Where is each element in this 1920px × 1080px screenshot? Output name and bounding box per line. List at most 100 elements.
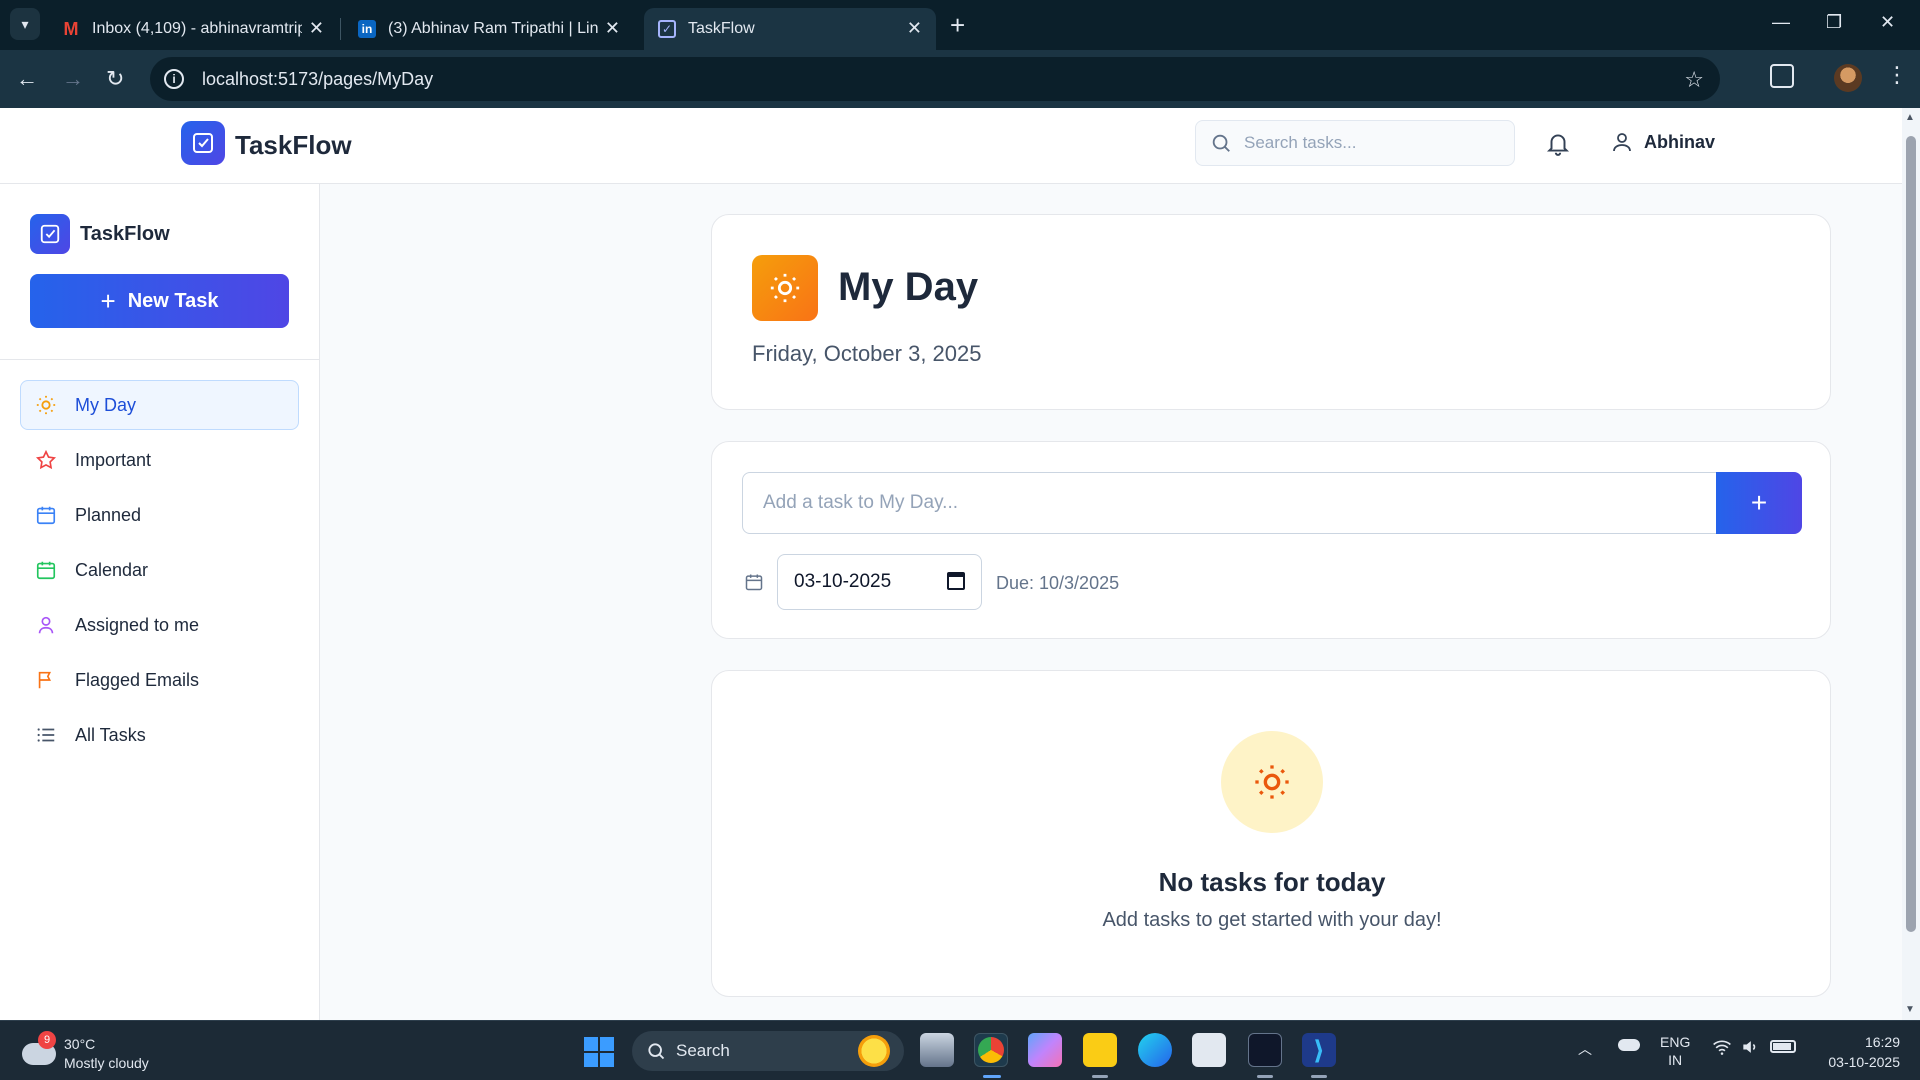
app-indicator — [1092, 1075, 1108, 1078]
due-date-label: Due: 10/3/2025 — [996, 573, 1120, 593]
sidebar-item-important[interactable]: Important — [20, 435, 299, 485]
bookmark-star-icon[interactable]: ☆ — [1684, 67, 1704, 93]
forward-icon[interactable]: → — [62, 66, 84, 92]
sidebar-divider — [0, 359, 320, 360]
new-tab-button[interactable]: + — [950, 10, 965, 41]
lang-line2: IN — [1668, 1052, 1683, 1068]
taskbar-search[interactable]: Search — [632, 1031, 904, 1071]
taskbar-search-label: Search — [676, 1041, 730, 1060]
calendar-icon — [35, 559, 57, 581]
bell-icon[interactable] — [1545, 130, 1571, 161]
sidebar-item-label: Flagged Emails — [75, 669, 200, 690]
weather-badge: 9 — [38, 1031, 56, 1049]
user-icon — [1613, 133, 1631, 152]
search-input[interactable]: Search tasks... — [1195, 120, 1515, 166]
back-icon[interactable]: ← — [16, 66, 38, 92]
sidebar-item-planned[interactable]: Planned — [20, 490, 299, 540]
file-explorer-icon[interactable] — [1083, 1033, 1117, 1067]
due-date-input[interactable]: 03-10-2025 — [777, 554, 982, 610]
page-title: My Day — [838, 265, 979, 309]
url-bar[interactable]: i localhost:5173/pages/MyDay ☆ — [150, 57, 1720, 101]
url-text: localhost:5173/pages/MyDay — [202, 68, 434, 89]
volume-icon[interactable] — [1740, 1037, 1760, 1060]
plus-icon: + — [100, 285, 116, 316]
onedrive-icon[interactable] — [1618, 1039, 1640, 1051]
date-picker-icon[interactable] — [947, 572, 965, 590]
clock[interactable]: 16:29 03-10-2025 — [1818, 1032, 1900, 1072]
sidebar-item-label: My Day — [75, 394, 137, 415]
due-date-value: 03-10-2025 — [794, 571, 892, 592]
windows-start-icon[interactable] — [584, 1037, 614, 1067]
tab-gmail[interactable]: M Inbox (4,109) - abhinavramtripathi ✕ — [48, 8, 338, 50]
terminal-icon[interactable] — [1248, 1033, 1282, 1067]
add-task-button[interactable]: + — [1716, 472, 1802, 534]
restore-icon[interactable]: ❐ — [1826, 12, 1842, 33]
extensions-icon[interactable] — [1770, 64, 1794, 88]
sun-icon — [752, 255, 818, 321]
sidebar-item-assigned[interactable]: Assigned to me — [20, 600, 299, 650]
star-icon — [35, 449, 57, 471]
sidebar-item-all-tasks[interactable]: All Tasks — [20, 710, 299, 760]
new-task-button[interactable]: + New Task — [30, 274, 289, 328]
sidebar-item-my-day[interactable]: My Day — [20, 380, 299, 430]
weather-desc: Mostly cloudy — [64, 1055, 149, 1071]
search-placeholder: Search tasks... — [1244, 133, 1357, 152]
flag-icon — [35, 669, 57, 691]
tab-title: TaskFlow — [688, 20, 755, 37]
new-task-label: New Task — [127, 289, 219, 312]
site-info-icon[interactable]: i — [164, 69, 184, 89]
minimize-icon[interactable]: — — [1772, 12, 1790, 33]
task-view-icon[interactable] — [920, 1033, 954, 1067]
tab-title: Inbox (4,109) - abhinavramtripathi — [92, 20, 302, 37]
reload-icon[interactable]: ↻ — [106, 66, 124, 92]
battery-icon[interactable] — [1770, 1040, 1796, 1053]
scroll-down-icon[interactable]: ▼ — [1905, 1004, 1915, 1015]
chevron-up-icon[interactable]: ︿ — [1578, 1039, 1592, 1059]
browser-menu-icon[interactable]: ⋮ — [1886, 62, 1908, 88]
close-icon[interactable]: ✕ — [309, 18, 324, 39]
user-menu[interactable]: Abhinav — [1610, 130, 1715, 154]
chrome-icon[interactable] — [974, 1033, 1008, 1067]
wifi-icon[interactable] — [1712, 1037, 1732, 1060]
app-brand[interactable]: TaskFlow — [235, 130, 352, 161]
gmail-icon: M — [63, 18, 79, 39]
tab-search-button[interactable]: ▾ — [10, 8, 40, 40]
my-day-header-card: My Day Friday, October 3, 2025 — [711, 214, 1831, 410]
close-icon[interactable]: ✕ — [907, 18, 922, 39]
sidebar-item-label: Planned — [75, 504, 142, 525]
taskflow-logo-icon[interactable] — [181, 121, 225, 165]
sun-icon — [1221, 731, 1323, 833]
profile-avatar[interactable] — [1834, 64, 1862, 92]
language-indicator[interactable]: ENG IN — [1660, 1033, 1690, 1069]
tab-linkedin[interactable]: in (3) Abhinav Ram Tripathi | LinkedIn ✕ — [344, 8, 634, 50]
app-header: TaskFlow Search tasks... Abhinav — [0, 108, 1902, 184]
search-icon — [1212, 134, 1230, 152]
copilot-icon[interactable] — [1028, 1033, 1062, 1067]
sidebar-item-flagged[interactable]: Flagged Emails — [20, 655, 299, 705]
page-date: Friday, October 3, 2025 — [752, 341, 982, 366]
sidebar-item-label: Important — [75, 449, 152, 470]
window-close-icon[interactable]: ✕ — [1880, 12, 1895, 33]
calendar-icon — [35, 504, 57, 526]
taskflow-logo-icon — [30, 214, 70, 254]
sidebar: TaskFlow + New Task My Day Important Pla… — [0, 184, 320, 1020]
close-icon[interactable]: ✕ — [605, 18, 620, 39]
address-toolbar: ← → ↻ i localhost:5173/pages/MyDay ☆ — [0, 50, 1920, 108]
sidebar-item-label: Assigned to me — [75, 614, 200, 635]
store-icon[interactable] — [1192, 1033, 1226, 1067]
sidebar-item-label: All Tasks — [75, 724, 146, 745]
empty-state-subtitle: Add tasks to get started with your day! — [1102, 909, 1442, 931]
tab-taskflow[interactable]: ✓ TaskFlow ✕ — [644, 8, 936, 50]
add-task-input[interactable]: Add a task to My Day... — [742, 472, 1717, 534]
sidebar-brand: TaskFlow — [80, 223, 170, 245]
sidebar-item-calendar[interactable]: Calendar — [20, 545, 299, 595]
app-indicator — [1257, 1075, 1273, 1078]
empty-state-title: No tasks for today — [1158, 867, 1386, 897]
weather-widget[interactable]: 9 30°C Mostly cloudy — [22, 1031, 149, 1073]
search-icon — [648, 1043, 665, 1060]
scrollbar-thumb[interactable] — [1906, 136, 1916, 932]
scroll-up-icon[interactable]: ▲ — [1905, 112, 1915, 123]
vscode-icon[interactable]: ⟩ — [1302, 1033, 1336, 1067]
edge-icon[interactable] — [1138, 1033, 1172, 1067]
active-app-indicator — [983, 1075, 1001, 1078]
